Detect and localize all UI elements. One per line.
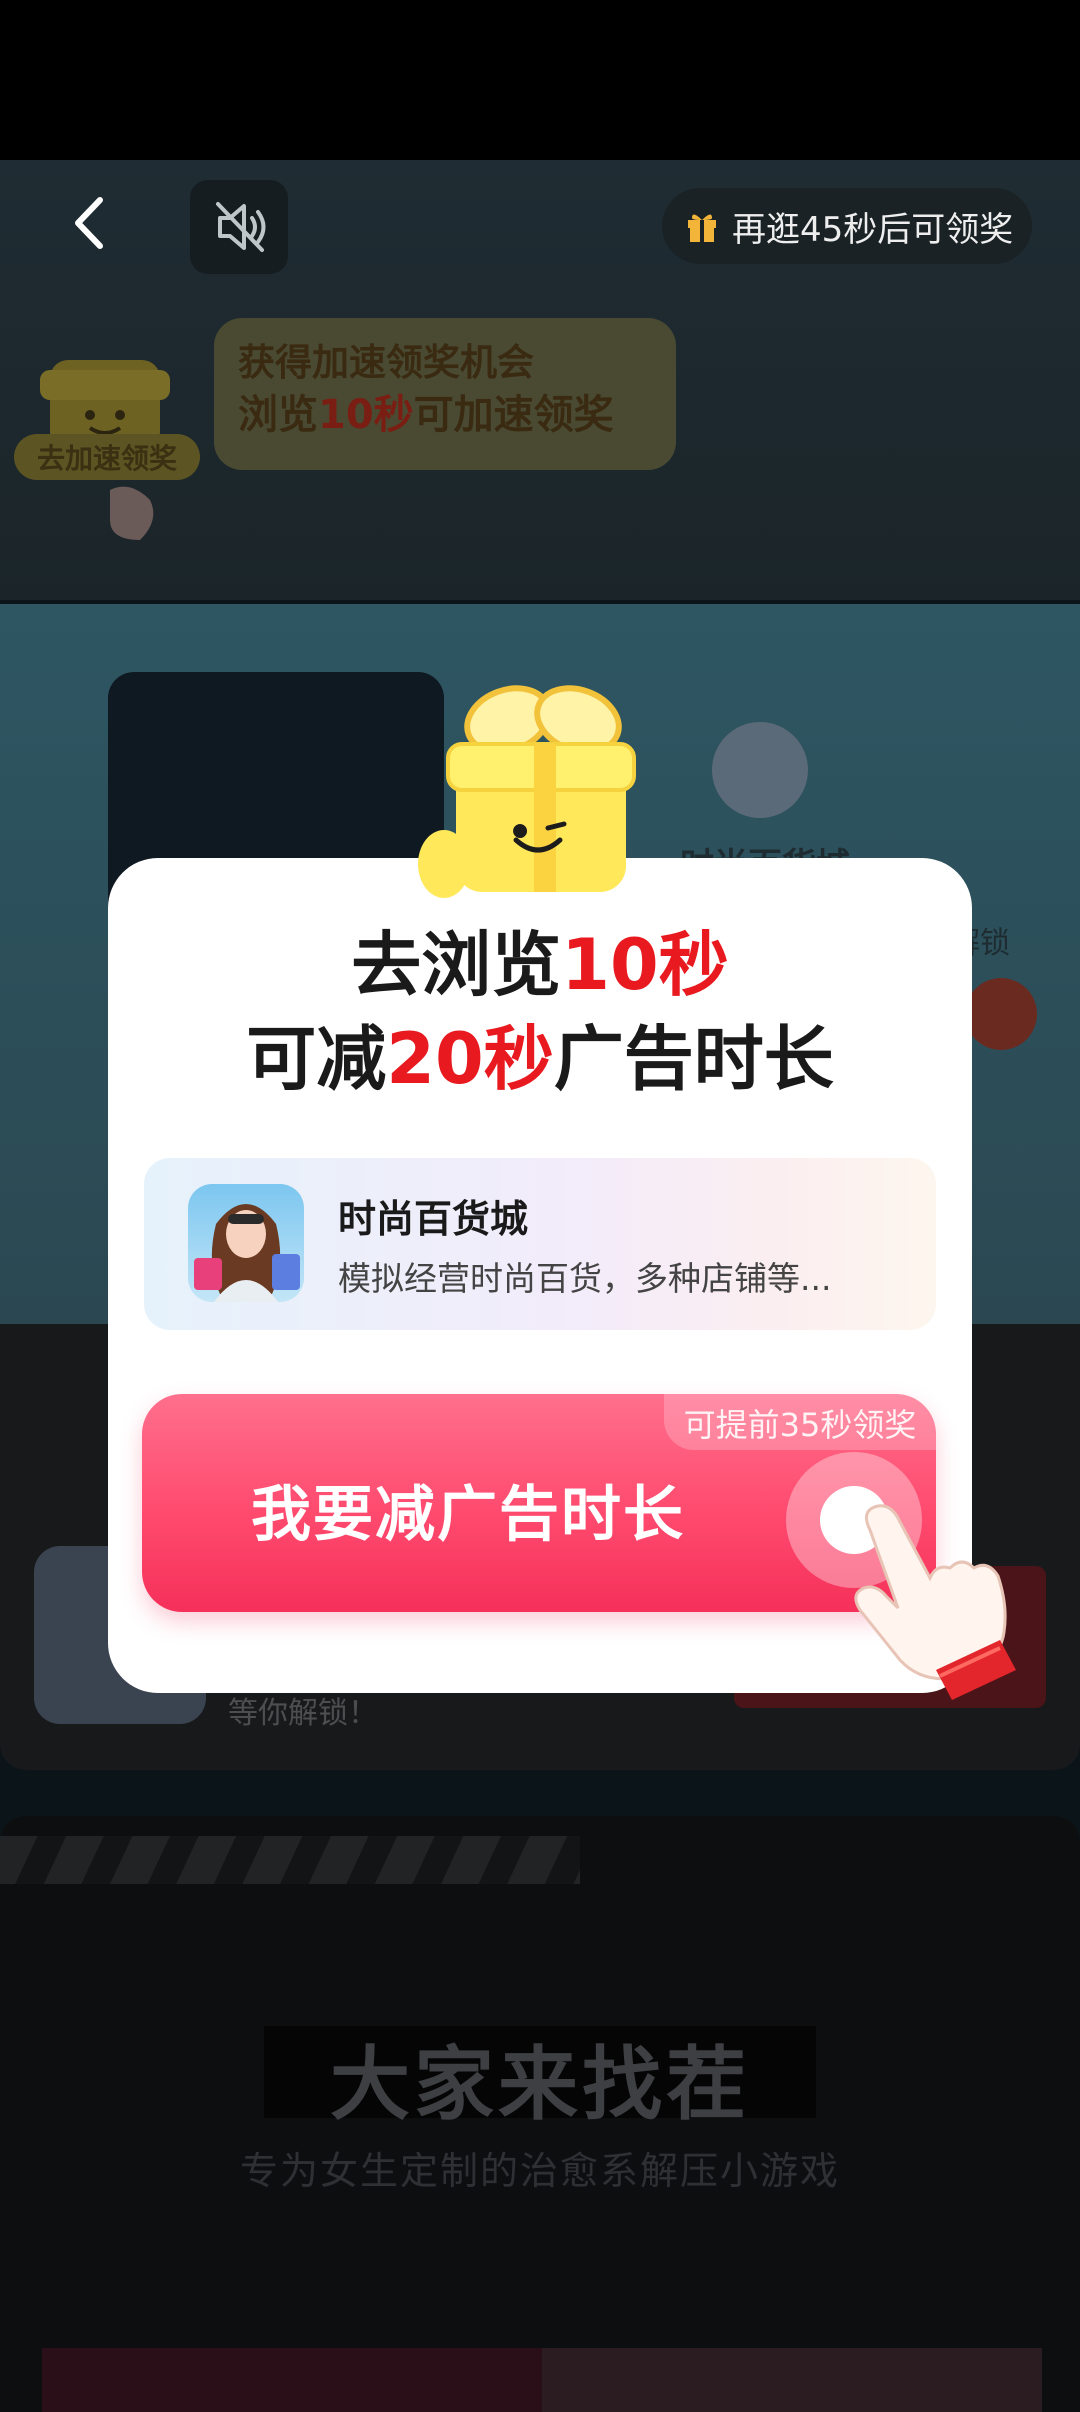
back-button[interactable]	[60, 188, 120, 258]
pointing-hand-icon	[854, 1504, 1016, 1700]
gift-icon	[688, 214, 716, 242]
gift-mascot	[408, 682, 654, 900]
modal-title-line1: 去浏览10秒	[351, 924, 729, 1006]
hot-badge	[965, 978, 1037, 1050]
modal-title-line2: 可减20秒广告时长	[246, 1018, 834, 1100]
speed-up-title: 获得加速领奖机会	[238, 341, 534, 384]
speed-up-hint-card[interactable]: 获得加速领奖机会 浏览10秒可加速领奖	[214, 318, 676, 470]
app-icon	[188, 1184, 304, 1302]
app-description: 模拟经营时尚百货，多种店铺等...	[338, 1259, 832, 1298]
pointing-hand	[840, 1500, 1030, 1700]
app-avatar	[712, 722, 808, 818]
reward-timer-text: 再逛45秒后可领奖	[732, 209, 1014, 250]
chevron-left-icon	[75, 197, 103, 249]
bottom-button-left[interactable]	[42, 2348, 542, 2412]
game-title: 大家来找茬	[330, 2038, 750, 2131]
early-reward-tag-text: 可提前35秒领奖	[683, 1406, 917, 1444]
decorative-stripe	[0, 1836, 580, 1884]
app-name: 时尚百货城	[338, 1197, 529, 1241]
reward-timer-pill: 再逛45秒后可领奖	[662, 188, 1032, 264]
row-description: 等你解锁！	[228, 1696, 378, 1731]
game-subtitle: 专为女生定制的治愈系解压小游戏	[239, 2149, 840, 2193]
gift-box-mascot-icon	[418, 685, 636, 898]
speaker-muted-icon	[216, 202, 266, 252]
reduce-ad-time-button-label: 我要减广告时长	[251, 1480, 685, 1550]
gift-mascot-icon: 去加速领奖	[14, 360, 200, 540]
fashion-girl-app-icon	[188, 1184, 304, 1302]
bottom-button-right[interactable]	[542, 2348, 1042, 2412]
speed-up-mascot[interactable]: 去加速领奖	[10, 330, 200, 540]
speed-up-badge-label: 去加速领奖	[37, 442, 177, 475]
modal-title: 去浏览10秒 可减20秒广告时长	[108, 918, 972, 1106]
mute-button[interactable]	[190, 180, 288, 274]
speed-up-subtitle: 浏览10秒可加速领奖	[238, 392, 614, 438]
